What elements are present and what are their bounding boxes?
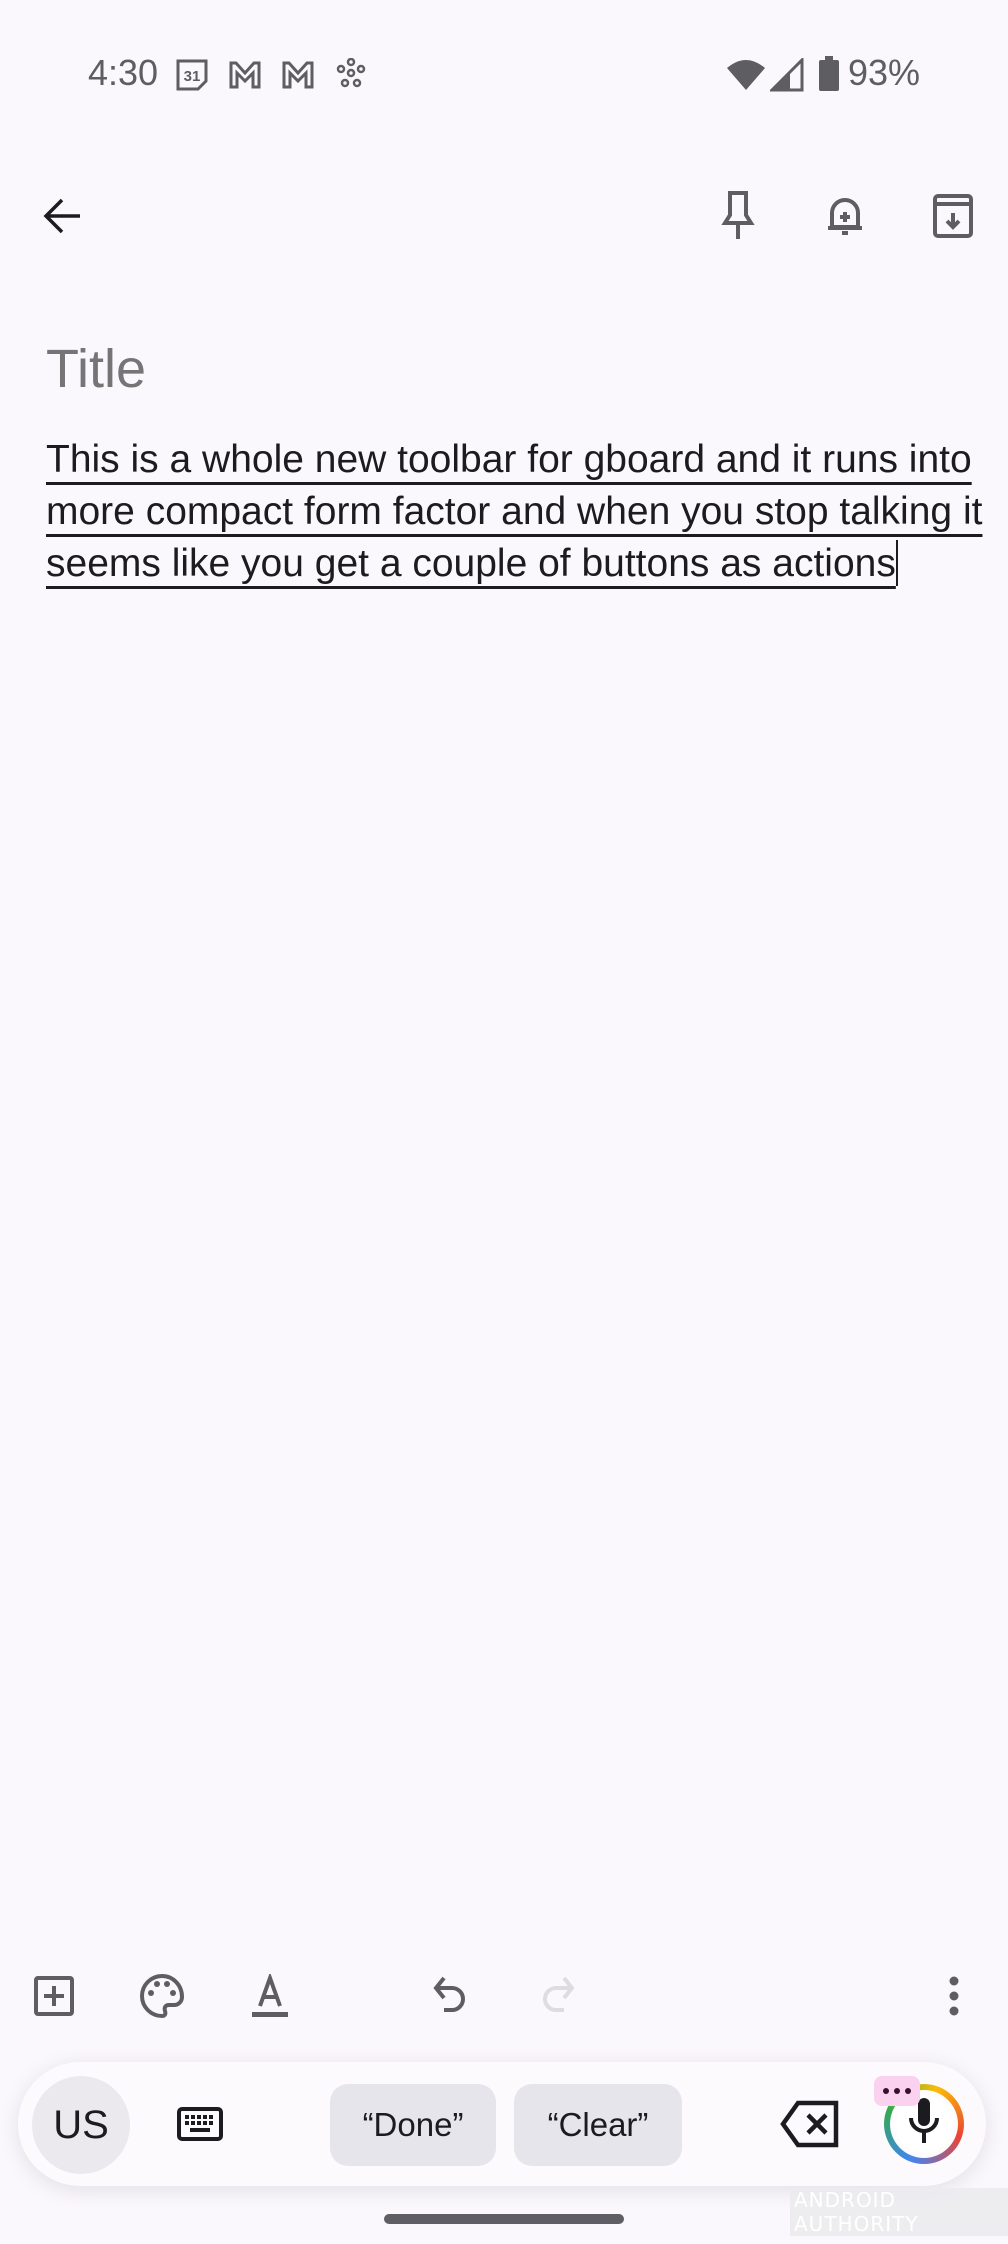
reminder-button[interactable] bbox=[809, 180, 881, 252]
add-box-icon bbox=[34, 1976, 74, 2016]
delete-button[interactable] bbox=[774, 2088, 846, 2160]
background-options-button[interactable] bbox=[126, 1960, 198, 2032]
pin-button[interactable] bbox=[702, 180, 774, 252]
suggestion-chip-done[interactable]: “Done” bbox=[330, 2084, 496, 2166]
reminder-bell-icon bbox=[828, 198, 862, 235]
battery-icon bbox=[818, 56, 840, 97]
note-body-input[interactable]: This is a whole new toolbar for gboard a… bbox=[46, 434, 986, 590]
home-indicator[interactable] bbox=[384, 2214, 624, 2224]
gboard-voice-toolbar: US “Done” “Clear” bbox=[18, 2062, 986, 2186]
archive-icon bbox=[933, 194, 973, 238]
fan-icon bbox=[336, 57, 366, 93]
show-keyboard-button[interactable] bbox=[164, 2088, 236, 2160]
back-button[interactable] bbox=[26, 180, 98, 252]
redo-icon bbox=[543, 1976, 575, 2012]
redo-button[interactable] bbox=[522, 1960, 594, 2032]
app-bar bbox=[0, 180, 1008, 260]
text-format-icon bbox=[252, 1974, 288, 2017]
undo-button[interactable] bbox=[414, 1960, 486, 2032]
title-input[interactable] bbox=[46, 338, 966, 400]
pin-icon bbox=[721, 191, 755, 239]
clock: 4:30 bbox=[88, 52, 159, 93]
calendar-icon: 31 bbox=[175, 58, 209, 97]
more-options-button[interactable] bbox=[918, 1960, 990, 2032]
note-body-text: This is a whole new toolbar for gboard a… bbox=[46, 438, 983, 585]
more-horiz-icon bbox=[874, 2076, 920, 2106]
signal-icon bbox=[768, 56, 804, 97]
text-format-button[interactable] bbox=[234, 1960, 306, 2032]
voice-input-button[interactable] bbox=[872, 2076, 972, 2176]
add-content-button[interactable] bbox=[18, 1960, 90, 2032]
svg-text:31: 31 bbox=[184, 68, 201, 85]
watermark: ANDROID AUTHORITY bbox=[790, 2188, 1008, 2236]
arrow-back-icon bbox=[43, 198, 80, 234]
undo-icon bbox=[433, 1976, 465, 2012]
gmail-icon bbox=[228, 58, 262, 97]
wifi-icon bbox=[726, 58, 766, 97]
backspace-icon bbox=[780, 2100, 839, 2148]
palette-icon bbox=[140, 1973, 185, 2019]
text-cursor bbox=[895, 540, 898, 586]
language-button[interactable]: US bbox=[32, 2076, 130, 2174]
status-bar: 4:30 31 93% bbox=[0, 40, 1008, 110]
battery-percent: 93% bbox=[848, 52, 921, 93]
archive-button[interactable] bbox=[917, 180, 989, 252]
gmail-icon bbox=[281, 58, 315, 97]
editor-toolbar bbox=[0, 1960, 1008, 2030]
keyboard-icon bbox=[177, 2107, 223, 2141]
suggestion-chip-clear[interactable]: “Clear” bbox=[514, 2084, 682, 2166]
more-vert-icon bbox=[949, 1976, 959, 2016]
